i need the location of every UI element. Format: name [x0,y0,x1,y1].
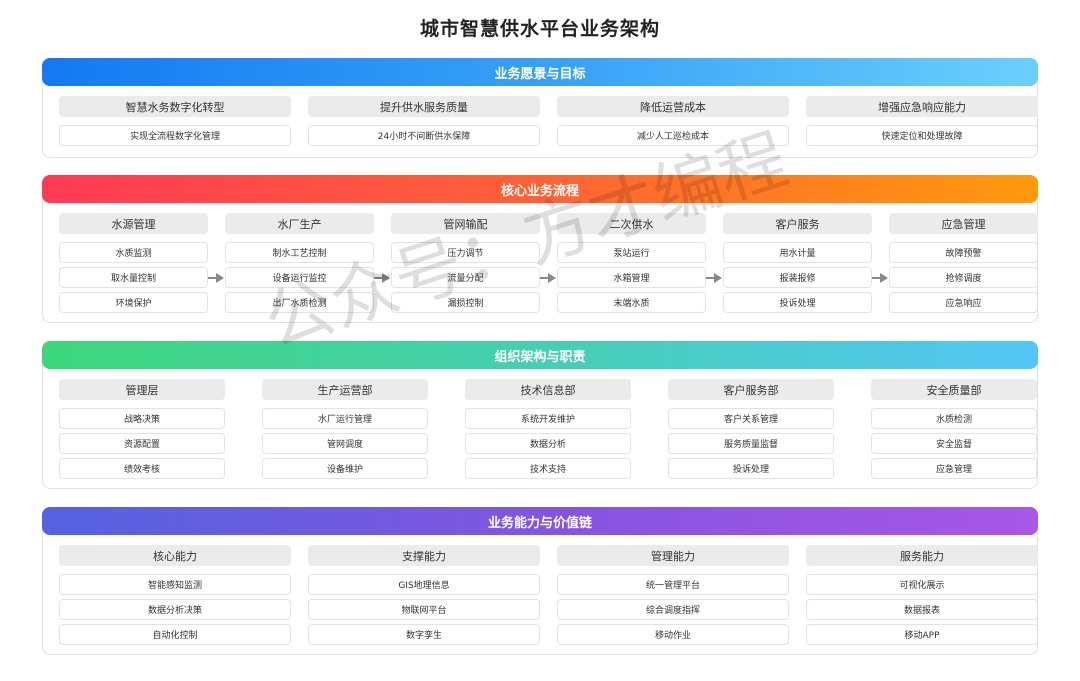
flow-arrow-icon [374,273,390,283]
process-item: 漏损控制 [391,292,540,313]
capability-column-header: 服务能力 [806,545,1038,566]
org-item: 客户关系管理 [668,408,834,429]
flow-arrow-icon [706,273,722,283]
vision-column-header: 增强应急响应能力 [806,96,1038,117]
capability-item: 数据分析决策 [59,599,291,620]
capability-banner: 业务能力与价值链 [42,507,1038,535]
org-item: 数据分析 [465,433,631,454]
capability-item: 智能感知监测 [59,574,291,595]
process-column-header: 客户服务 [723,213,872,234]
org-item: 水厂运行管理 [262,408,428,429]
capability-item: 移动APP [806,624,1038,645]
capability-item: 数字孪生 [308,624,540,645]
flow-arrow-icon [872,273,888,283]
org-column-header: 客户服务部 [668,379,834,400]
org-column-header: 管理层 [59,379,225,400]
capability-item: 移动作业 [557,624,789,645]
process-item: 环境保护 [59,292,208,313]
process-column-header: 管网输配 [391,213,540,234]
capability-item: 综合调度指挥 [557,599,789,620]
vision-item: 快速定位和处理故障 [806,125,1038,146]
process-item: 投诉处理 [723,292,872,313]
org-item: 投诉处理 [668,458,834,479]
process-column-header: 应急管理 [889,213,1038,234]
process-item: 出厂水质检测 [225,292,374,313]
org-item: 资源配置 [59,433,225,454]
vision-column-header: 智慧水务数字化转型 [59,96,291,117]
flow-arrow-icon [208,273,224,283]
capability-column-header: 管理能力 [557,545,789,566]
process-item: 压力调节 [391,242,540,263]
vision-item: 减少人工巡检成本 [557,125,789,146]
org-column-header: 安全质量部 [871,379,1037,400]
org-item: 设备维护 [262,458,428,479]
process-item: 制水工艺控制 [225,242,374,263]
org-item: 管网调度 [262,433,428,454]
process-item: 水箱管理 [557,267,706,288]
process-column-header: 水厂生产 [225,213,374,234]
org-item: 应急管理 [871,458,1037,479]
vision-item: 24小时不间断供水保障 [308,125,540,146]
process-item: 报装报修 [723,267,872,288]
process-banner: 核心业务流程 [42,175,1038,203]
org-column-header: 技术信息部 [465,379,631,400]
process-item: 设备运行监控 [225,267,374,288]
org-item: 战略决策 [59,408,225,429]
org-item: 绩效考核 [59,458,225,479]
process-item: 故障预警 [889,242,1038,263]
process-item: 流量分配 [391,267,540,288]
org-item: 服务质量监督 [668,433,834,454]
process-item: 抢修调度 [889,267,1038,288]
capability-item: GIS地理信息 [308,574,540,595]
capability-item: 物联网平台 [308,599,540,620]
process-item: 取水量控制 [59,267,208,288]
org-item: 水质检测 [871,408,1037,429]
vision-banner: 业务愿景与目标 [42,58,1038,86]
capability-column-header: 支撑能力 [308,545,540,566]
vision-item: 实现全流程数字化管理 [59,125,291,146]
org-item: 安全监督 [871,433,1037,454]
capability-item: 可视化展示 [806,574,1038,595]
capability-item: 自动化控制 [59,624,291,645]
process-column-header: 二次供水 [557,213,706,234]
process-item: 水质监测 [59,242,208,263]
flow-arrow-icon [540,273,556,283]
org-banner: 组织架构与职责 [42,341,1038,369]
org-column-header: 生产运营部 [262,379,428,400]
process-item: 末端水质 [557,292,706,313]
process-column-header: 水源管理 [59,213,208,234]
org-item: 系统开发维护 [465,408,631,429]
process-item: 应急响应 [889,292,1038,313]
org-item: 技术支持 [465,458,631,479]
process-item: 用水计量 [723,242,872,263]
capability-item: 统一管理平台 [557,574,789,595]
capability-item: 数据报表 [806,599,1038,620]
vision-column-header: 提升供水服务质量 [308,96,540,117]
capability-column-header: 核心能力 [59,545,291,566]
process-item: 泵站运行 [557,242,706,263]
vision-column-header: 降低运营成本 [557,96,789,117]
page-title: 城市智慧供水平台业务架构 [419,18,660,40]
